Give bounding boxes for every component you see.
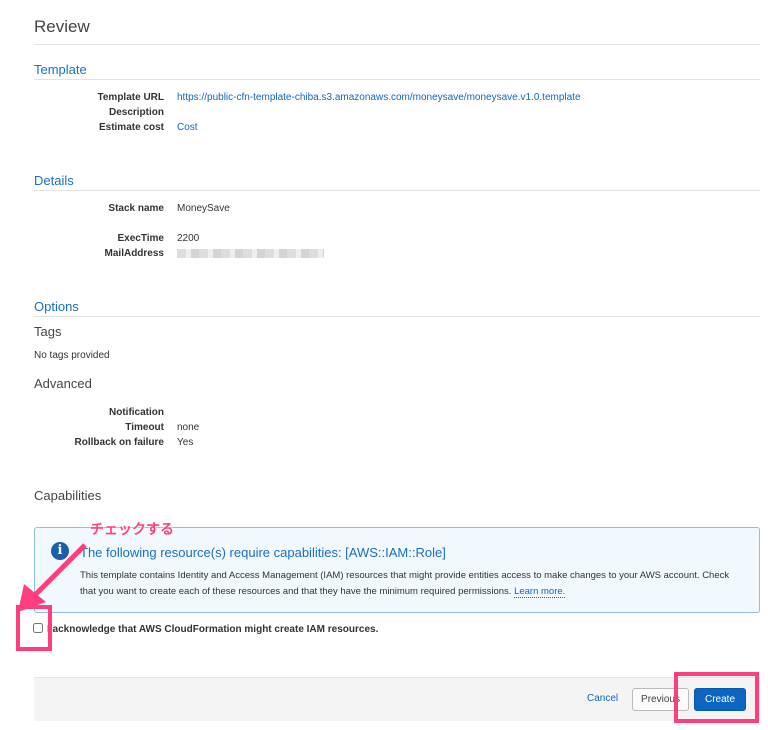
page-title: Review [34, 17, 90, 36]
timeout-value: none [177, 422, 200, 433]
annotation-arrow-icon [18, 543, 87, 612]
highlight-create [674, 672, 759, 723]
exectime-value: 2200 [177, 233, 200, 244]
capabilities-heading: Capabilities [34, 488, 102, 503]
info-title: The following resource(s) require capabi… [80, 545, 446, 560]
options-heading: Options [34, 299, 79, 314]
cancel-button[interactable]: Cancel [587, 693, 618, 704]
rollback-value: Yes [177, 437, 194, 448]
acknowledge-label[interactable]: I acknowledge that AWS CloudFormation mi… [47, 624, 378, 635]
capabilities-info-box: i The following resource(s) require capa… [34, 527, 760, 613]
advanced-heading: Advanced [34, 376, 92, 391]
details-heading: Details [34, 173, 74, 188]
mailaddress-blurred [177, 249, 324, 258]
info-body: This template contains Identity and Acce… [80, 570, 730, 597]
notification-label: Notification [109, 407, 164, 418]
no-tags-text: No tags provided [34, 350, 110, 361]
stack-name-label: Stack name [108, 203, 164, 214]
divider [34, 79, 760, 80]
template-url-link[interactable]: https://public-cfn-template-chiba.s3.ama… [177, 92, 581, 103]
estimate-cost-label: Estimate cost [98, 122, 164, 133]
template-heading: Template [34, 62, 87, 77]
tags-heading: Tags [34, 324, 62, 339]
mailaddress-label: MailAddress [104, 248, 164, 259]
timeout-label: Timeout [125, 422, 164, 433]
description-label: Description [108, 107, 164, 118]
divider [34, 190, 760, 191]
cost-link[interactable]: Cost [177, 122, 198, 133]
divider [34, 316, 760, 317]
template-url-label: Template URL [97, 92, 165, 103]
learn-more-link[interactable]: Learn more. [514, 586, 566, 598]
annotation-label: チェックする [90, 521, 174, 537]
divider [34, 44, 760, 45]
info-text: This template contains Identity and Acce… [80, 568, 740, 600]
exectime-label: ExecTime [117, 233, 164, 244]
rollback-label: Rollback on failure [74, 437, 164, 448]
stack-name-value: MoneySave [177, 203, 230, 214]
